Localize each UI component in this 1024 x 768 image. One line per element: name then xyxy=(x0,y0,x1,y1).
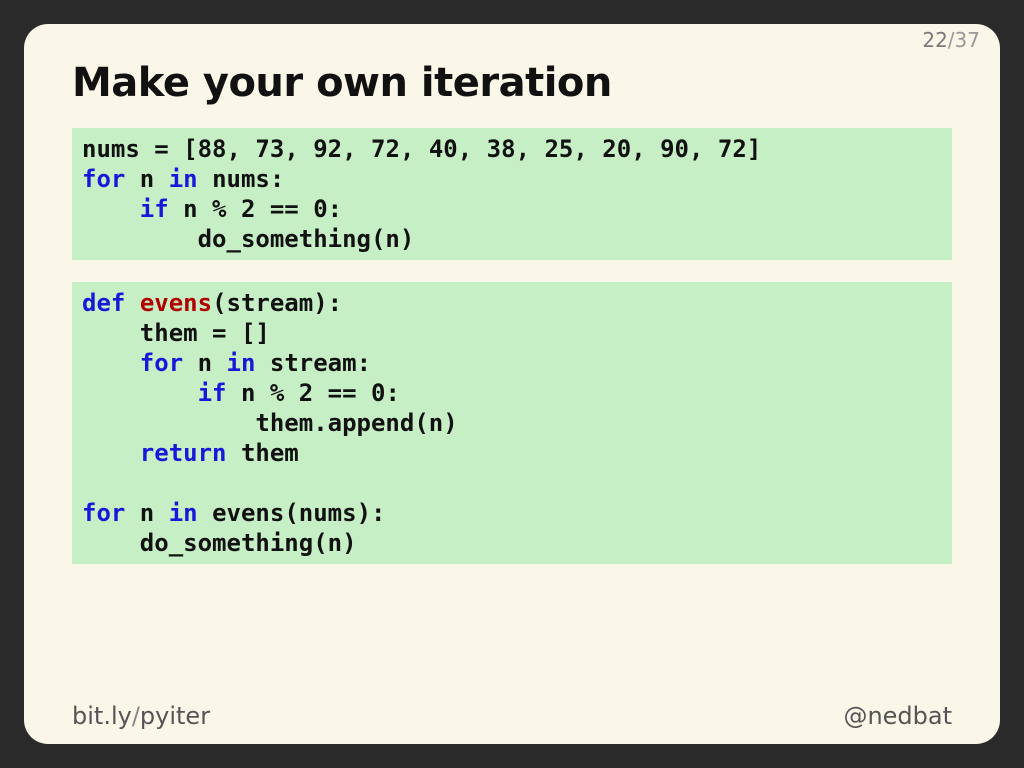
code-keyword: in xyxy=(227,349,256,377)
code-number: 25 xyxy=(544,135,573,163)
code-text: them = [] xyxy=(82,319,270,347)
code-text: nums = [ xyxy=(82,135,198,163)
code-block-2: def evens(stream): them = [] for n in st… xyxy=(72,282,952,564)
code-number: 20 xyxy=(602,135,631,163)
code-text: n xyxy=(125,165,168,193)
code-text xyxy=(82,195,140,223)
code-text xyxy=(82,379,198,407)
code-text: , xyxy=(284,135,313,163)
footer-handle: @nedbat xyxy=(843,702,952,730)
code-text: evens(nums): xyxy=(198,499,386,527)
code-number: 92 xyxy=(313,135,342,163)
code-number: 90 xyxy=(660,135,689,163)
code-text xyxy=(82,349,140,377)
code-block-1: nums = [88, 73, 92, 72, 40, 38, 25, 20, … xyxy=(72,128,952,260)
code-number: 38 xyxy=(487,135,516,163)
code-text: do_something(n) xyxy=(82,225,414,253)
code-text: n % xyxy=(169,195,241,223)
code-number: 0 xyxy=(313,195,327,223)
code-text: , xyxy=(458,135,487,163)
code-keyword: for xyxy=(140,349,183,377)
code-text: : xyxy=(385,379,399,407)
code-text xyxy=(125,289,139,317)
code-number: 2 xyxy=(241,195,255,223)
code-text: , xyxy=(689,135,718,163)
code-text: n xyxy=(125,499,168,527)
code-number: 40 xyxy=(429,135,458,163)
code-text: , xyxy=(400,135,429,163)
slide: 22/37 Make your own iteration nums = [88… xyxy=(24,24,1000,744)
code-text: nums: xyxy=(198,165,285,193)
code-number: 88 xyxy=(198,135,227,163)
code-text: : xyxy=(328,195,342,223)
code-text: (stream): xyxy=(212,289,342,317)
footer-link-path: pyiter xyxy=(140,702,210,730)
code-keyword: for xyxy=(82,165,125,193)
code-text: n xyxy=(183,349,226,377)
code-text: , xyxy=(573,135,602,163)
code-text: , xyxy=(227,135,256,163)
code-number: 73 xyxy=(255,135,284,163)
code-keyword: if xyxy=(198,379,227,407)
page-total: 37 xyxy=(955,28,980,52)
footer-link: bit.ly/pyiter xyxy=(72,702,210,730)
footer-link-domain: bit.ly xyxy=(72,702,132,730)
page-counter: 22/37 xyxy=(922,28,980,52)
code-keyword: for xyxy=(82,499,125,527)
code-text: , xyxy=(516,135,545,163)
page-current: 22 xyxy=(922,28,947,52)
page-sep: / xyxy=(948,28,955,52)
code-text: , xyxy=(631,135,660,163)
code-number: 2 xyxy=(299,379,313,407)
code-keyword: in xyxy=(169,499,198,527)
code-text xyxy=(82,439,140,467)
code-text: them xyxy=(227,439,299,467)
code-text: , xyxy=(342,135,371,163)
code-text: == xyxy=(255,195,313,223)
code-text: ] xyxy=(747,135,761,163)
code-number: 72 xyxy=(371,135,400,163)
slide-footer: bit.ly/pyiter @nedbat xyxy=(72,702,952,730)
code-text: == xyxy=(313,379,371,407)
code-keyword: if xyxy=(140,195,169,223)
code-funcname: evens xyxy=(140,289,212,317)
footer-link-sep: / xyxy=(132,702,140,730)
code-text: do_something(n) xyxy=(82,529,357,557)
code-keyword: def xyxy=(82,289,125,317)
slide-title: Make your own iteration xyxy=(72,60,952,106)
code-text: stream: xyxy=(255,349,371,377)
code-keyword: return xyxy=(140,439,227,467)
code-number: 72 xyxy=(718,135,747,163)
code-keyword: in xyxy=(169,165,198,193)
code-text: them.append(n) xyxy=(82,409,458,437)
code-number: 0 xyxy=(371,379,385,407)
code-text: n % xyxy=(227,379,299,407)
